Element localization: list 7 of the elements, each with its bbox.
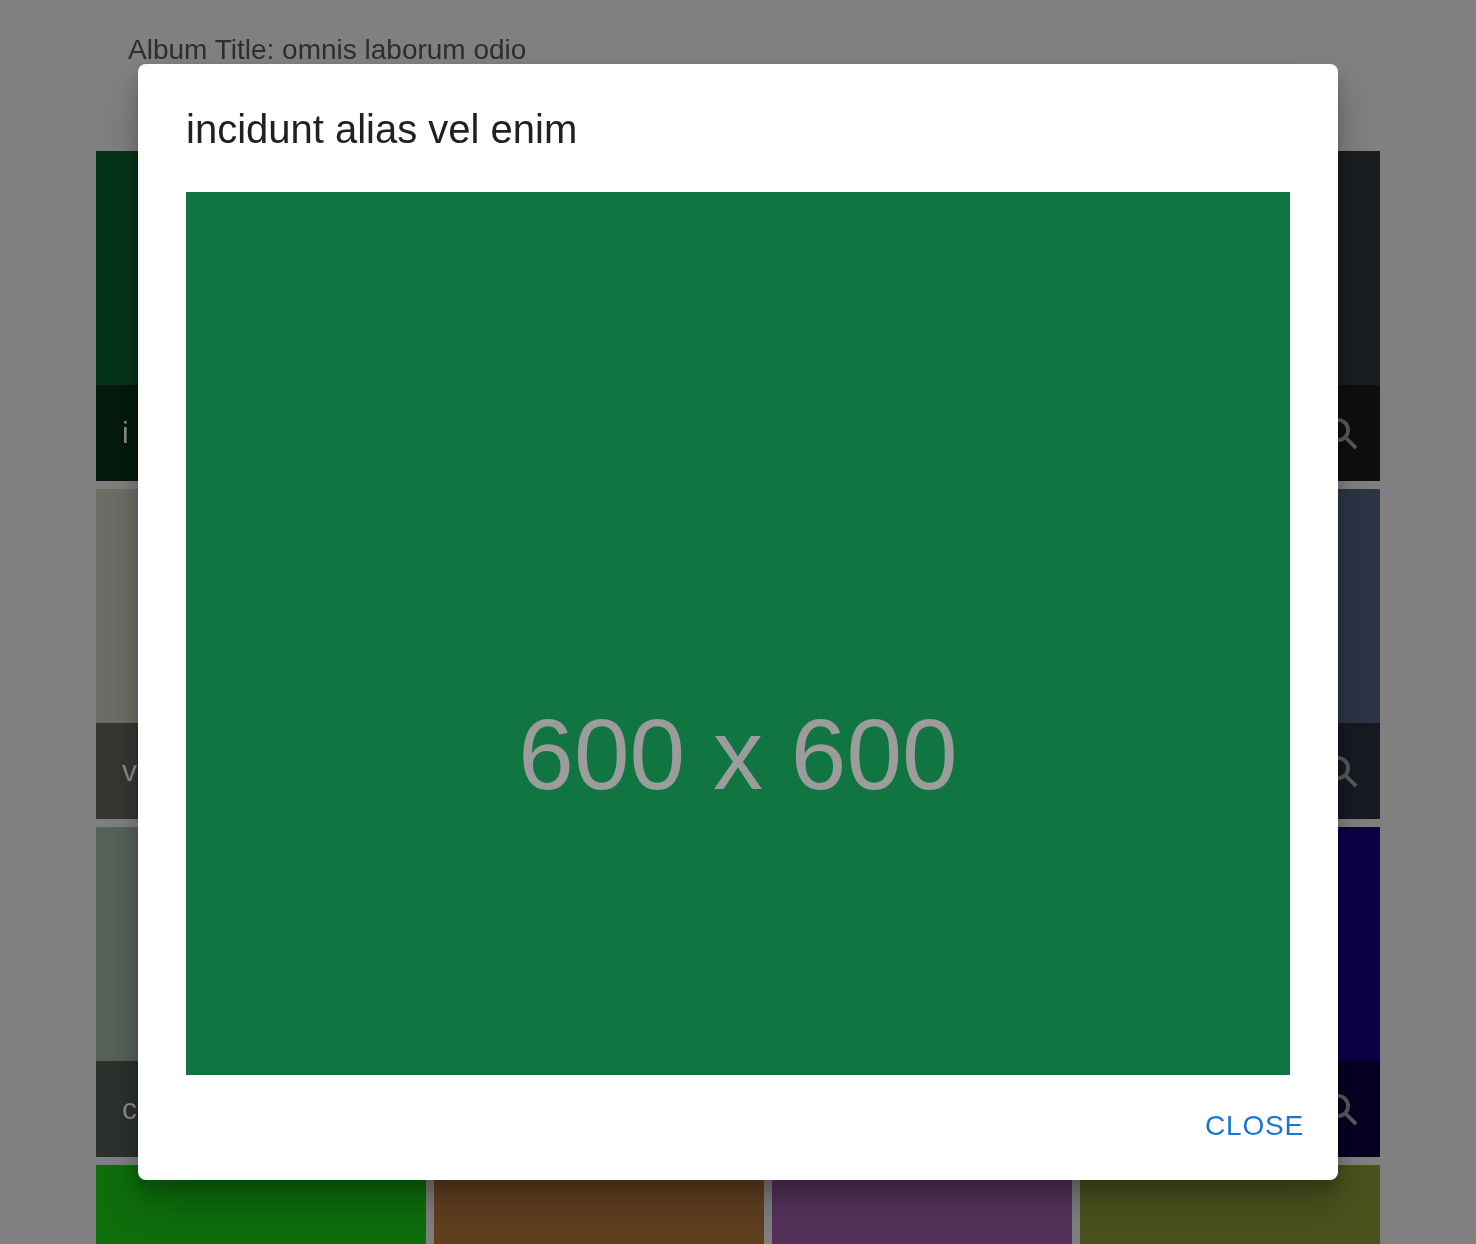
album-title: Album Title: omnis laborum odio: [128, 34, 527, 66]
tile-title: i: [121, 415, 129, 451]
dialog-title: incidunt alias vel enim: [186, 106, 578, 153]
close-button[interactable]: CLOSE: [1189, 1102, 1320, 1150]
tile-title: c: [121, 1091, 137, 1127]
tile-title: v: [121, 753, 137, 789]
image-label: 600 x 600: [518, 704, 958, 804]
